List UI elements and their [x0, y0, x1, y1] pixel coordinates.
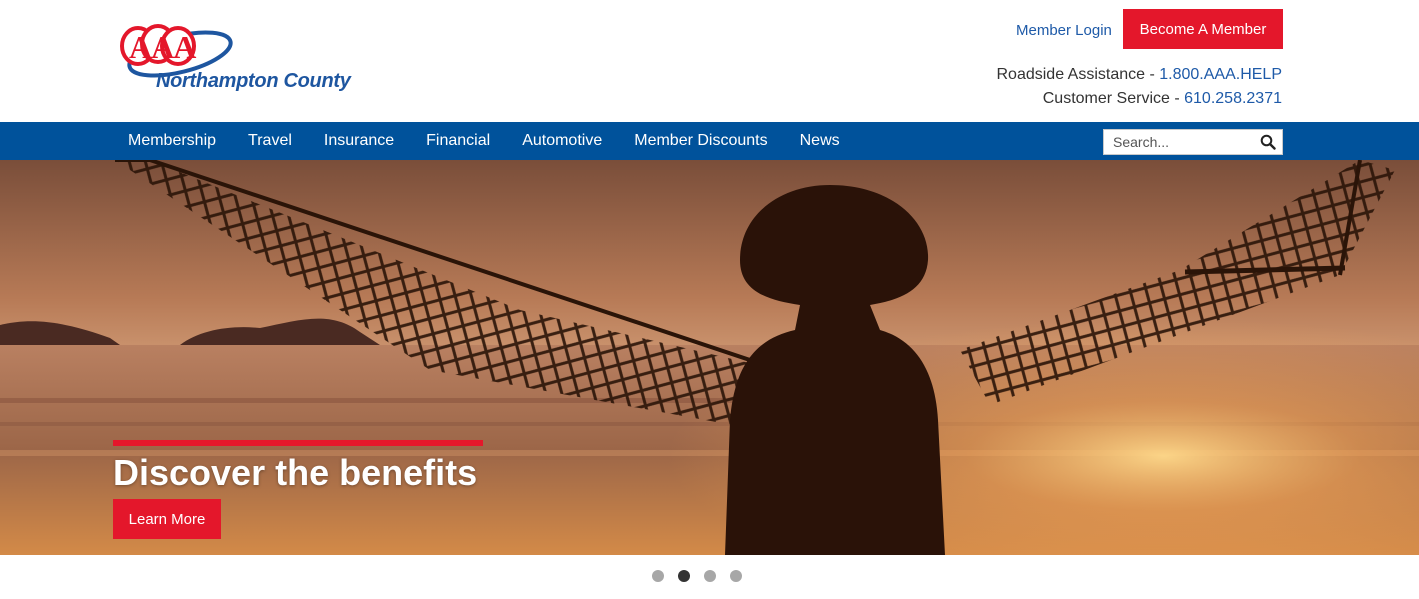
- customer-service-label: Customer Service -: [1042, 90, 1185, 107]
- carousel-dots: [652, 570, 742, 582]
- customer-service-phone-link[interactable]: 610.258.2371: [1184, 90, 1282, 107]
- logo-subtitle: Northampton County: [156, 70, 351, 92]
- hero-banner: Discover the benefits Learn More: [0, 160, 1419, 555]
- carousel-dot[interactable]: [678, 570, 690, 582]
- carousel-dot[interactable]: [704, 570, 716, 582]
- learn-more-button[interactable]: Learn More: [113, 499, 221, 539]
- become-member-button[interactable]: Become A Member: [1123, 9, 1283, 49]
- home-logo-link[interactable]: AAA Northampton County: [0, 0, 380, 110]
- carousel-dot[interactable]: [652, 570, 664, 582]
- nav-item-travel[interactable]: Travel: [232, 122, 308, 160]
- hero-title: Discover the benefits: [113, 452, 478, 493]
- roadside-label: Roadside Assistance -: [996, 66, 1160, 83]
- search-box: [1103, 129, 1283, 155]
- nav-item-automotive[interactable]: Automotive: [506, 122, 618, 160]
- main-nav: Membership Travel Insurance Financial Au…: [0, 122, 1419, 160]
- site-header: AAA Northampton County Member Login Beco…: [0, 0, 1419, 122]
- hero-accent-bar: [113, 440, 483, 446]
- hero-image-hammock-sunset: [0, 160, 1419, 555]
- nav-item-member-discounts[interactable]: Member Discounts: [618, 122, 783, 160]
- member-login-link[interactable]: Member Login: [1016, 22, 1112, 39]
- search-input[interactable]: [1104, 130, 1254, 154]
- carousel-dot[interactable]: [730, 570, 742, 582]
- customer-service-line: Customer Service - 610.258.2371: [1043, 90, 1282, 108]
- nav-item-insurance[interactable]: Insurance: [308, 122, 410, 160]
- roadside-assistance-line: Roadside Assistance - 1.800.AAA.HELP: [997, 66, 1283, 84]
- nav-list: Membership Travel Insurance Financial Au…: [112, 122, 856, 160]
- nav-item-membership[interactable]: Membership: [112, 122, 232, 160]
- logo-letters: AAA: [129, 29, 196, 65]
- roadside-phone-link[interactable]: 1.800.AAA.HELP: [1159, 66, 1282, 83]
- search-icon[interactable]: [1260, 134, 1276, 150]
- nav-item-news[interactable]: News: [784, 122, 856, 160]
- nav-item-financial[interactable]: Financial: [410, 122, 506, 160]
